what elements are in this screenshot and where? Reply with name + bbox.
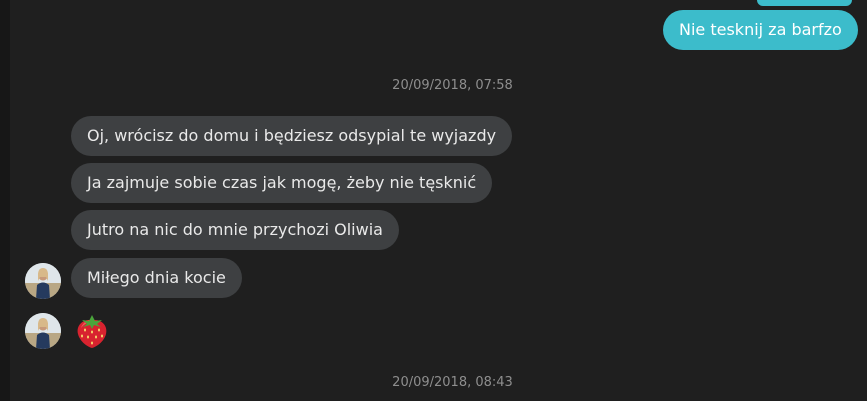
timestamp: 20/09/2018, 07:58: [392, 78, 513, 93]
strawberry-icon: [77, 315, 107, 348]
person-photo-icon: [25, 263, 61, 299]
chat-area: Nie tesknij za barfzo 20/09/2018, 07:58 …: [10, 0, 867, 401]
left-gutter: [0, 0, 10, 401]
outgoing-message[interactable]: Nie tesknij za barfzo: [663, 10, 858, 50]
person-photo-icon: [25, 313, 61, 349]
incoming-message[interactable]: Jutro na nic do mnie przychozi Oliwia: [71, 210, 399, 250]
timestamp: 20/09/2018, 08:43: [392, 375, 513, 390]
contact-avatar[interactable]: [25, 263, 61, 299]
incoming-message[interactable]: Oj, wrócisz do domu i będziesz odsypial …: [71, 116, 513, 156]
incoming-message[interactable]: Ja zajmuje sobie czas jak mogę, żeby nie…: [71, 163, 493, 203]
outgoing-bubble-partial[interactable]: [757, 0, 852, 6]
contact-avatar[interactable]: [25, 313, 61, 349]
strawberry-emoji-message[interactable]: [72, 310, 112, 350]
incoming-message[interactable]: Miłego dnia kocie: [71, 258, 242, 298]
